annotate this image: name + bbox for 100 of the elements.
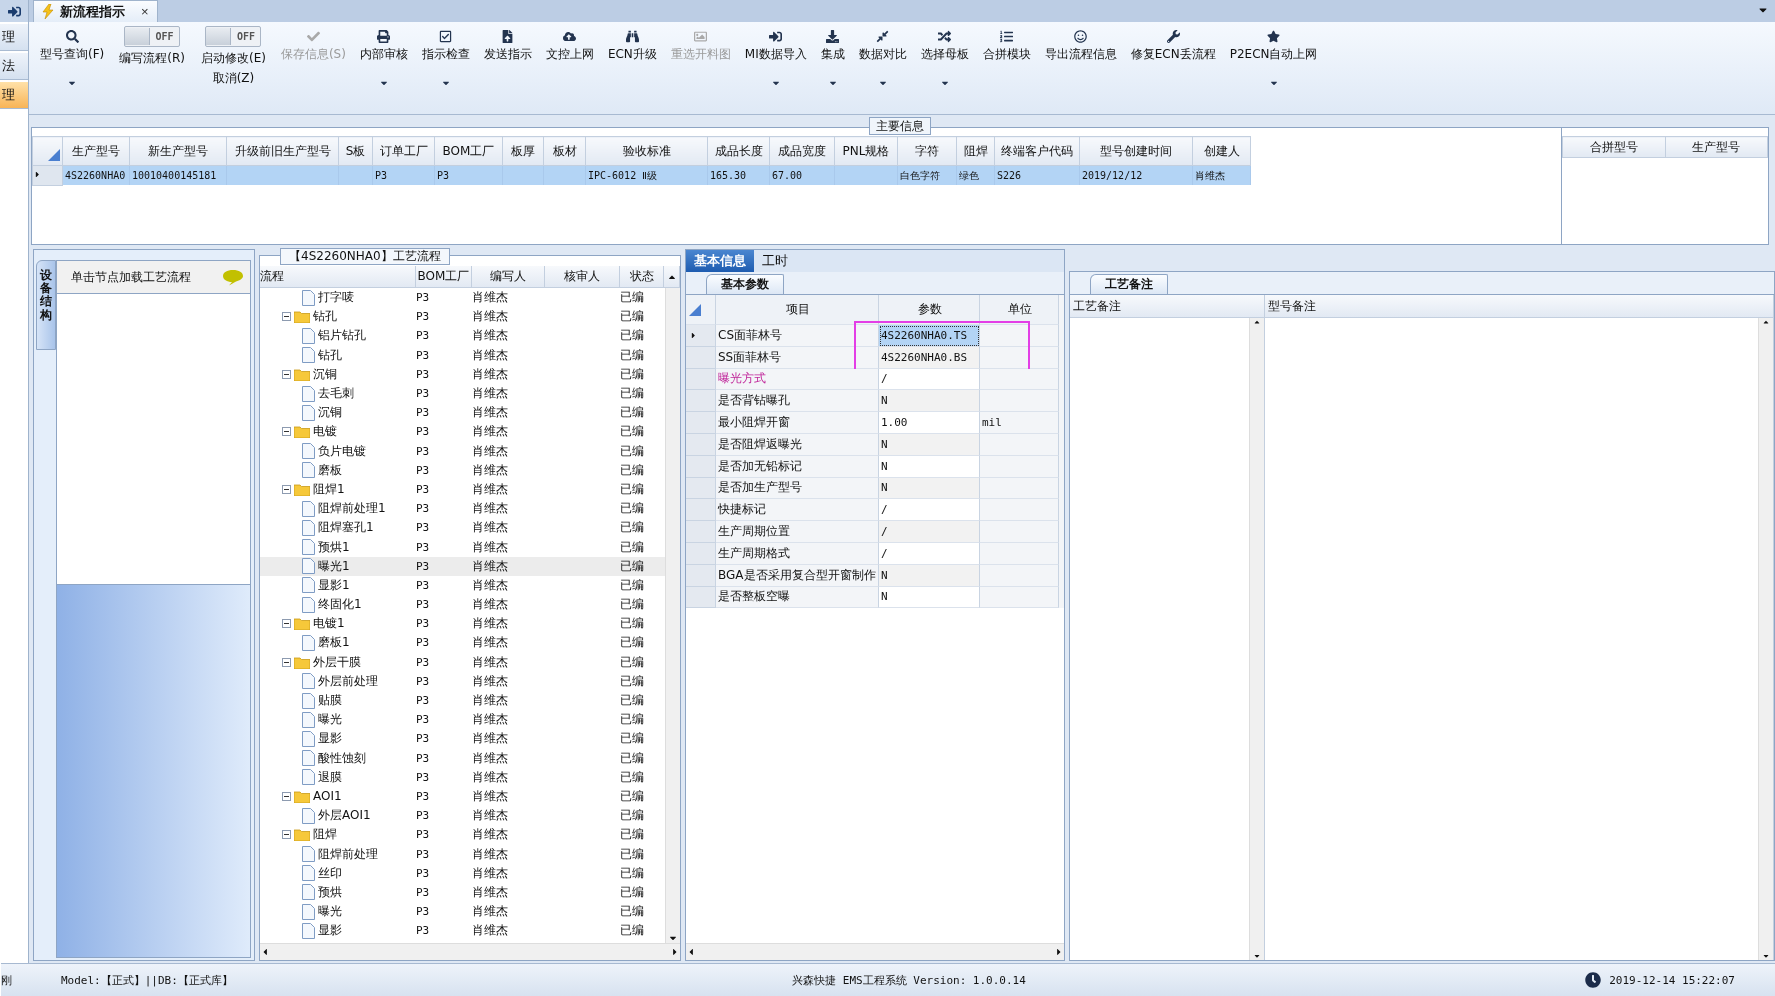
collapse-icon[interactable] [282, 312, 291, 322]
collapse-icon[interactable] [282, 657, 291, 667]
tree-row[interactable]: 曝光 P3 肖维杰 已编 [260, 710, 665, 730]
tab[interactable]: 工时 [754, 250, 796, 272]
column-header[interactable]: 成品宽度 [769, 136, 835, 166]
column-header[interactable]: 新生产型号 [129, 136, 227, 166]
scroll-up-icon[interactable] [1253, 318, 1261, 326]
toolbar-button[interactable]: MI数据导入 [737, 26, 814, 93]
tree-row[interactable]: 预烘1 P3 肖维杰 已编 [260, 537, 665, 557]
column-header[interactable]: S板 [338, 136, 373, 166]
column-header[interactable]: BOM工厂 [416, 266, 472, 288]
column-header[interactable]: 生产型号 [1665, 136, 1768, 158]
toolbar-button[interactable]: 指示检查 [414, 26, 477, 93]
tree-row[interactable]: AOI1 P3 肖维杰 已编 [260, 786, 665, 807]
document-tab[interactable]: 新流程指示 × [33, 0, 158, 22]
column-header[interactable]: 编写人 [472, 266, 545, 288]
tree-row[interactable]: 磨板 P3 肖维杰 已编 [260, 460, 665, 480]
param-value[interactable]: N [879, 390, 980, 413]
tree-row[interactable]: 外层前处理 P3 肖维杰 已编 [260, 671, 665, 691]
tree-row[interactable]: 铝片钻孔 P3 肖维杰 已编 [260, 326, 665, 346]
column-header[interactable]: 字符 [897, 136, 957, 166]
tree-row[interactable]: 打字唛 P3 肖维杰 已编 [260, 288, 665, 308]
param-value[interactable]: N [879, 455, 980, 478]
toggle-switch[interactable]: OFF [205, 26, 262, 47]
tree-row[interactable]: 沉铜 P3 肖维杰 已编 [260, 403, 665, 423]
toolbar-button[interactable]: 发送指示 [476, 26, 539, 65]
column-header[interactable]: 验收标准 [585, 136, 708, 166]
toolbar-button[interactable]: 导出流程信息 [1037, 26, 1124, 65]
tree-row[interactable]: 电镀1 P3 肖维杰 已编 [260, 614, 665, 634]
column-header[interactable]: 升级前旧生产型号 [226, 136, 339, 166]
param-value[interactable]: 4S2260NHA0.TS [879, 325, 980, 347]
toolbar-button[interactable]: 合拼模块 [975, 26, 1038, 65]
tree-row[interactable]: 外层AOI1 P3 肖维杰 已编 [260, 806, 665, 826]
tree-row[interactable]: 酸性蚀刻 P3 肖维杰 已编 [260, 748, 665, 768]
column-header[interactable]: 生产型号 [62, 136, 130, 166]
collapse-icon[interactable] [282, 369, 291, 379]
column-header[interactable]: PNL规格 [834, 136, 898, 166]
param-value[interactable]: N [879, 434, 980, 456]
side-nav-item[interactable]: 理 [0, 82, 28, 109]
tree-row[interactable]: 预烘 P3 肖维杰 已编 [260, 882, 665, 902]
toolbar-button[interactable]: 文控上网 [538, 26, 601, 65]
column-header[interactable]: 工艺备注 [1070, 295, 1264, 318]
side-nav-item[interactable]: 理 [0, 24, 28, 51]
param-value[interactable]: 1.00 [879, 412, 980, 434]
tree-row[interactable]: 贴膜 P3 肖维杰 已编 [260, 690, 665, 711]
param-value[interactable]: / [879, 368, 980, 391]
column-header[interactable]: 创建人 [1192, 136, 1251, 166]
toolbar-button[interactable]: P2ECN自动上网 [1222, 26, 1325, 93]
tree-row[interactable]: 钻孔 P3 肖维杰 已编 [260, 307, 665, 327]
tree-row[interactable]: 阻焊1 P3 肖维杰 已编 [260, 479, 665, 500]
toolbar-button[interactable]: ECN升级 [600, 26, 664, 65]
tree-row[interactable]: 终固化1 P3 肖维杰 已编 [260, 595, 665, 615]
tree-row[interactable]: 沉铜 P3 肖维杰 已编 [260, 364, 665, 384]
collapse-icon[interactable] [282, 791, 291, 801]
column-header[interactable]: 终端客户代码 [994, 136, 1080, 166]
sign-in-icon[interactable] [7, 4, 21, 18]
tree-row[interactable]: 显影 P3 肖维杰 已编 [260, 729, 665, 749]
column-header[interactable]: 状态 [620, 266, 664, 288]
column-header[interactable]: 型号备注 [1265, 295, 1773, 318]
column-header[interactable]: 项目 [716, 295, 879, 325]
horizontal-scrollbar[interactable] [260, 943, 680, 960]
tree-row[interactable]: 显影1 P3 肖维杰 已编 [260, 575, 665, 595]
toolbar-button[interactable]: 修复ECN丢流程 [1123, 26, 1223, 65]
side-nav-item[interactable]: 法 [0, 53, 28, 80]
param-value[interactable]: / [879, 521, 980, 543]
tree-row[interactable]: 阻焊前处理 P3 肖维杰 已编 [260, 844, 665, 864]
toolbar-button[interactable]: 集成 [813, 26, 852, 93]
vertical-scrollbar[interactable] [1758, 318, 1773, 960]
vertical-scrollbar[interactable] [1249, 318, 1264, 960]
toolbar-button[interactable]: 选择母板 [913, 26, 976, 93]
column-header[interactable]: 核审人 [545, 266, 620, 288]
scroll-down-icon[interactable] [1762, 952, 1770, 960]
tab[interactable]: 基本信息 [686, 250, 754, 272]
column-header[interactable]: 参数 [879, 295, 980, 325]
scroll-down-icon[interactable] [1253, 952, 1261, 960]
column-header[interactable]: 成品长度 [707, 136, 770, 166]
column-header[interactable]: 订单工厂 [372, 136, 435, 166]
collapse-icon[interactable] [282, 427, 291, 437]
vertical-scrollbar[interactable] [665, 288, 680, 943]
sub-tab[interactable]: 工艺备注 [1090, 274, 1168, 294]
tree-row[interactable]: 电镀 P3 肖维杰 已编 [260, 422, 665, 442]
toggle-switch[interactable]: OFF [124, 26, 181, 47]
column-header[interactable]: 板材 [543, 136, 586, 166]
tree-row[interactable]: 退膜 P3 肖维杰 已编 [260, 767, 665, 787]
toolbar-button[interactable]: 型号查询(F) [33, 26, 112, 93]
param-value[interactable]: 4S2260NHA0.BS [879, 346, 980, 369]
collapse-icon[interactable] [282, 619, 291, 629]
tree-row[interactable]: 丝印 P3 肖维杰 已编 [260, 863, 665, 883]
horizontal-scrollbar[interactable] [686, 943, 1064, 960]
param-value[interactable]: N [879, 477, 980, 500]
tree-row[interactable]: 曝光 P3 肖维杰 已编 [260, 902, 665, 922]
toolbar-button[interactable]: 数据对比 [851, 26, 914, 93]
param-value[interactable]: N [879, 586, 980, 609]
sub-tab[interactable]: 基本参数 [706, 274, 784, 294]
column-header[interactable]: 板厚 [502, 136, 544, 166]
tree-row[interactable]: 去毛刺 P3 肖维杰 已编 [260, 383, 665, 404]
column-header[interactable]: 流程 [260, 266, 416, 288]
tree-row[interactable]: 显影 P3 肖维杰 已编 [260, 921, 665, 941]
toolbar-button[interactable]: 内部审核 [352, 26, 415, 93]
close-button[interactable]: × [131, 4, 149, 19]
